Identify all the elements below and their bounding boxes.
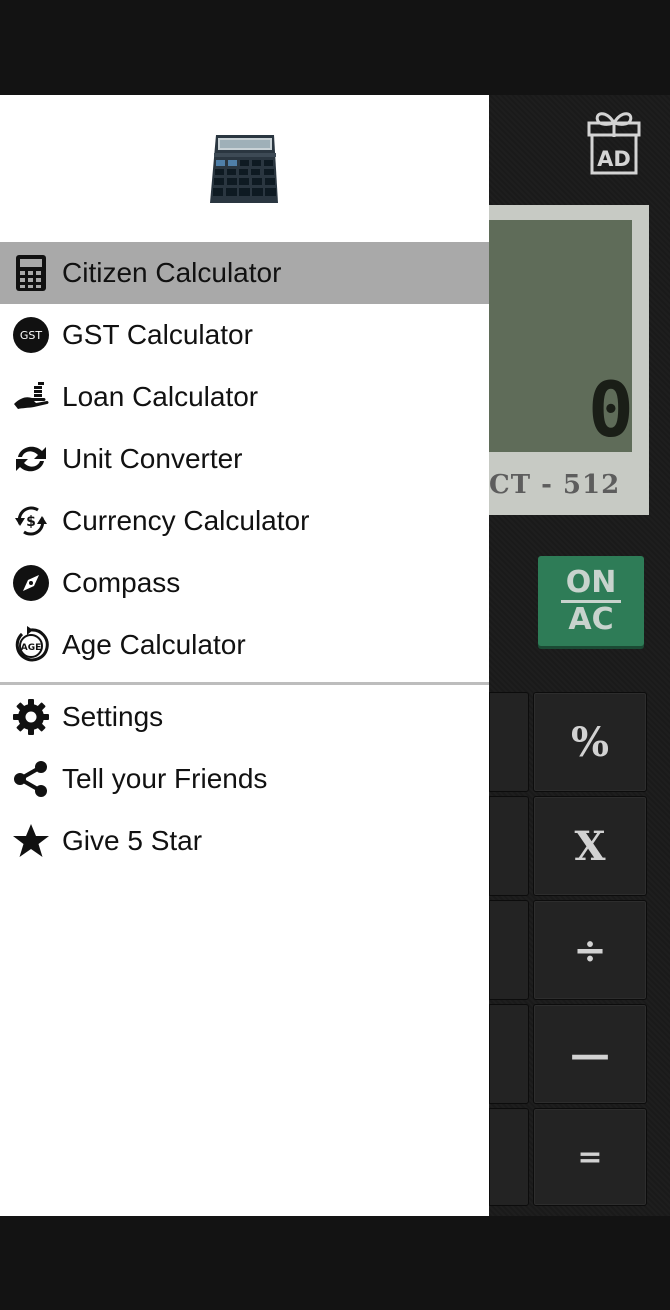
drawer-item-unit-converter[interactable]: Unit Converter: [0, 428, 489, 490]
gst-icon: GST: [12, 316, 50, 354]
currency-exchange-icon: $: [12, 502, 50, 540]
drawer-item-label: Settings: [62, 701, 164, 732]
gear-icon: [12, 698, 50, 736]
key-partial[interactable]: [489, 1108, 529, 1206]
drawer-divider: [0, 682, 489, 685]
drawer-item-age-calculator[interactable]: AGE Age Calculator: [0, 614, 489, 676]
ad-label: AD: [597, 147, 631, 171]
calculator-icon: [12, 254, 50, 292]
drawer-item-label: Loan Calculator: [62, 381, 259, 412]
key-partial[interactable]: [489, 900, 529, 1000]
drawer-item-label: Unit Converter: [62, 443, 243, 474]
navigation-bar: [0, 1216, 670, 1310]
convert-arrows-icon: [12, 440, 50, 478]
drawer-item-label: Compass: [62, 567, 181, 598]
svg-text:$: $: [26, 514, 36, 530]
age-icon: AGE: [12, 626, 50, 664]
drawer-item-label: Age Calculator: [62, 629, 246, 660]
drawer-item-compass[interactable]: Compass: [0, 552, 489, 614]
equals-key[interactable]: =: [533, 1108, 647, 1206]
display-value: 0: [588, 365, 634, 454]
model-label: CT - 512: [489, 470, 621, 500]
key-partial[interactable]: [489, 1004, 529, 1104]
drawer-item-label: Tell your Friends: [62, 763, 268, 794]
star-icon: [12, 822, 50, 860]
drawer-item-label: Give 5 Star: [62, 825, 203, 856]
drawer-item-label: Currency Calculator: [62, 505, 310, 536]
drawer-item-settings[interactable]: Settings: [0, 686, 489, 748]
ad-gift-icon[interactable]: AD: [586, 107, 642, 177]
on-ac-button[interactable]: ON AC: [538, 556, 644, 646]
compass-icon: [12, 564, 50, 602]
percent-key[interactable]: %: [533, 692, 647, 792]
drawer-header: [0, 95, 489, 242]
key-partial[interactable]: [489, 796, 529, 896]
drawer-item-loan-calculator[interactable]: Loan Calculator: [0, 366, 489, 428]
multiply-key[interactable]: X: [533, 796, 647, 896]
status-bar: [0, 0, 670, 95]
on-label: ON: [565, 564, 617, 600]
ac-label: AC: [568, 601, 614, 637]
drawer-item-citizen-calculator[interactable]: Citizen Calculator: [0, 242, 489, 304]
share-icon: [12, 760, 50, 798]
loan-hand-icon: [12, 378, 50, 416]
svg-text:AGE: AGE: [21, 643, 42, 653]
svg-text:GST: GST: [20, 329, 43, 342]
drawer-item-gst-calculator[interactable]: GST GST Calculator: [0, 304, 489, 366]
calculator-logo-image: [210, 135, 278, 203]
key-partial[interactable]: [489, 692, 529, 792]
navigation-drawer: Citizen Calculator GST GST Calculator Lo…: [0, 95, 489, 1216]
drawer-item-label: GST Calculator: [62, 319, 253, 350]
drawer-item-give-5-star[interactable]: Give 5 Star: [0, 810, 489, 872]
divide-key[interactable]: ÷: [533, 900, 647, 1000]
minus-key[interactable]: —: [533, 1004, 647, 1104]
drawer-item-currency-calculator[interactable]: $ Currency Calculator: [0, 490, 489, 552]
drawer-item-tell-friends[interactable]: Tell your Friends: [0, 748, 489, 810]
drawer-item-label: Citizen Calculator: [62, 257, 282, 288]
